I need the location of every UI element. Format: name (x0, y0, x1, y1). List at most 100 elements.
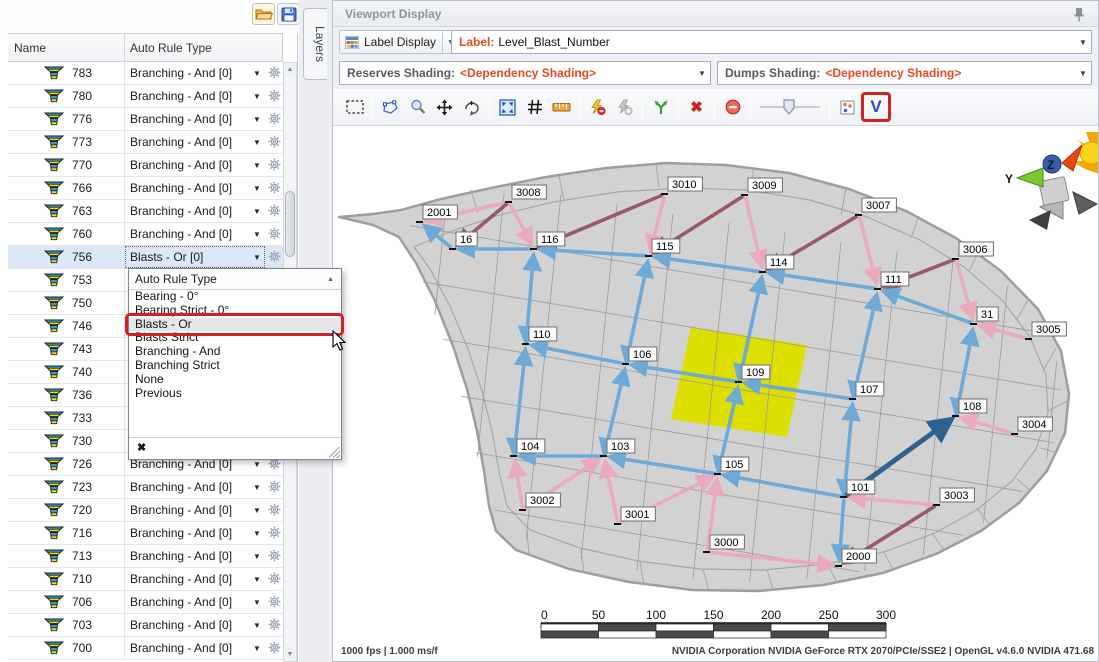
rule-gear-button[interactable] (265, 250, 283, 266)
row-name-cell[interactable]: 720 (8, 499, 125, 521)
row-name-cell[interactable]: 700 (8, 637, 125, 659)
zoom-window-button[interactable] (404, 94, 431, 121)
row-rule-combo[interactable]: Branching - And [0]▼ (125, 545, 283, 567)
gear-icon[interactable] (268, 89, 281, 102)
row-rule-combo[interactable]: Branching - And [0]▼ (125, 85, 283, 107)
gear-icon[interactable] (268, 572, 281, 585)
dependency-remove-button[interactable] (584, 94, 611, 121)
rule-dropdown-arrow[interactable]: ▼ (249, 253, 265, 262)
rule-gear-button[interactable] (265, 158, 283, 174)
row-name-cell[interactable]: 763 (8, 200, 125, 222)
table-row[interactable]: 766Branching - And [0]▼ (8, 177, 283, 200)
rule-gear-button[interactable] (265, 641, 283, 657)
dropdown-item[interactable]: Previous (129, 387, 341, 401)
rule-gear-button[interactable] (265, 112, 283, 128)
rule-dropdown-arrow[interactable]: ▼ (249, 506, 265, 515)
row-rule-combo[interactable]: Branching - And [0]▼ (125, 522, 283, 544)
scroll-down-arrow[interactable]: ▼ (284, 648, 296, 661)
rule-dropdown-arrow[interactable]: ▼ (249, 598, 265, 607)
rule-dropdown-arrow[interactable]: ▼ (249, 161, 265, 170)
open-folder-button[interactable] (252, 3, 275, 25)
rule-dropdown-arrow[interactable]: ▼ (249, 184, 265, 193)
measure-button[interactable] (548, 94, 575, 121)
table-row[interactable]: 770Branching - And [0]▼ (8, 154, 283, 177)
dependency-add-button[interactable] (611, 94, 638, 121)
row-name-cell[interactable]: 773 (8, 131, 125, 153)
row-name-cell[interactable]: 770 (8, 154, 125, 176)
rule-dropdown-arrow[interactable]: ▼ (249, 207, 265, 216)
gear-icon[interactable] (268, 595, 281, 608)
gear-icon[interactable] (268, 549, 281, 562)
row-name-cell[interactable]: 716 (8, 522, 125, 544)
row-name-cell[interactable]: 723 (8, 476, 125, 498)
gear-icon[interactable] (268, 135, 281, 148)
row-name-cell[interactable]: 756 (8, 246, 125, 268)
table-row[interactable]: 760Branching - And [0]▼ (8, 223, 283, 246)
table-row[interactable]: 763Branching - And [0]▼ (8, 200, 283, 223)
row-rule-combo[interactable]: Branching - And [0]▼ (125, 62, 283, 84)
rule-gear-button[interactable] (265, 227, 283, 243)
table-row[interactable]: 756Blasts - Or [0]▼ (8, 246, 283, 269)
rule-gear-button[interactable] (265, 618, 283, 634)
reserves-shading-combo[interactable]: Reserves Shading: <Dependency Shading> ▼ (339, 61, 711, 85)
row-name-cell[interactable]: 736 (8, 384, 125, 406)
row-rule-combo[interactable]: Branching - And [0]▼ (125, 637, 283, 659)
pan-button[interactable] (431, 94, 458, 121)
row-rule-combo[interactable]: Branching - And [0]▼ (125, 568, 283, 590)
row-name-cell[interactable]: 726 (8, 453, 125, 475)
scrollbar-thumb[interactable] (285, 191, 295, 257)
gear-icon[interactable] (268, 158, 281, 171)
delete-button[interactable]: ✖ (683, 94, 710, 121)
table-row[interactable]: 706Branching - And [0]▼ (8, 591, 283, 614)
row-name-cell[interactable]: 713 (8, 545, 125, 567)
resize-grip[interactable] (329, 447, 340, 458)
dropdown-item[interactable]: Blasts - Or (129, 318, 341, 332)
opacity-slider-button[interactable] (755, 94, 825, 121)
row-rule-combo[interactable]: Blasts - Or [0]▼ (125, 246, 283, 268)
table-row[interactable]: 723Branching - And [0]▼ (8, 476, 283, 499)
table-row[interactable]: 713Branching - And [0]▼ (8, 545, 283, 568)
exclude-button[interactable] (719, 94, 746, 121)
viewport-3d[interactable]: 2001300816116301011530091143007111300631… (333, 126, 1098, 661)
grid-button[interactable] (521, 94, 548, 121)
rule-gear-button[interactable] (265, 480, 283, 496)
table-row[interactable]: 780Branching - And [0]▼ (8, 85, 283, 108)
table-row[interactable]: 720Branching - And [0]▼ (8, 499, 283, 522)
rule-dropdown-arrow[interactable]: ▼ (249, 115, 265, 124)
dropdown-item[interactable]: Bearing - 0° (129, 290, 341, 304)
dropdown-item[interactable]: None (129, 373, 341, 387)
row-name-cell[interactable]: 733 (8, 407, 125, 429)
rule-dropdown-arrow[interactable]: ▼ (249, 460, 265, 469)
row-name-cell[interactable]: 740 (8, 361, 125, 383)
rule-gear-button[interactable] (265, 66, 283, 82)
dropdown-item[interactable]: Branching Strict (129, 359, 341, 373)
rule-gear-button[interactable] (265, 503, 283, 519)
branch-button[interactable] (647, 94, 674, 121)
row-rule-combo[interactable]: Branching - And [0]▼ (125, 499, 283, 521)
tab-layers[interactable]: Layers (303, 8, 327, 80)
row-name-cell[interactable]: 766 (8, 177, 125, 199)
gear-icon[interactable] (268, 250, 281, 263)
table-row[interactable]: 776Branching - And [0]▼ (8, 108, 283, 131)
row-name-cell[interactable]: 703 (8, 614, 125, 636)
row-rule-combo[interactable]: Branching - And [0]▼ (125, 591, 283, 613)
row-name-cell[interactable]: 706 (8, 591, 125, 613)
rule-gear-button[interactable] (265, 595, 283, 611)
row-name-cell[interactable]: 750 (8, 292, 125, 314)
rule-dropdown-arrow[interactable]: ▼ (249, 621, 265, 630)
row-rule-combo[interactable]: Branching - And [0]▼ (125, 108, 283, 130)
dropdown-item[interactable]: Bearing Strict - 0° (129, 304, 341, 318)
row-rule-combo[interactable]: Branching - And [0]▼ (125, 614, 283, 636)
rule-dropdown-arrow[interactable]: ▼ (249, 483, 265, 492)
label-display-button[interactable]: Label Display ▼ (339, 30, 459, 54)
row-name-cell[interactable]: 776 (8, 108, 125, 130)
row-rule-combo[interactable]: Branching - And [0]▼ (125, 223, 283, 245)
dumps-shading-arrow[interactable]: ▼ (1075, 69, 1091, 78)
gear-icon[interactable] (268, 181, 281, 194)
row-name-cell[interactable]: 743 (8, 338, 125, 360)
row-name-cell[interactable]: 753 (8, 269, 125, 291)
gear-icon[interactable] (268, 641, 281, 654)
row-rule-combo[interactable]: Branching - And [0]▼ (125, 200, 283, 222)
gear-icon[interactable] (268, 204, 281, 217)
table-row[interactable]: 710Branching - And [0]▼ (8, 568, 283, 591)
